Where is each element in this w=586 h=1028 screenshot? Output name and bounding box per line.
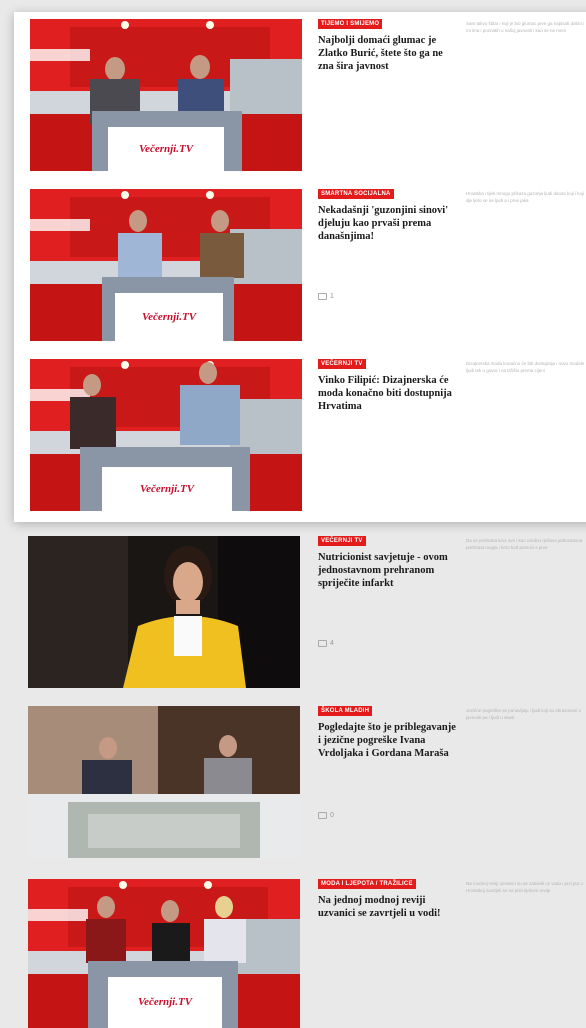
article-item[interactable]: Večernji.TV TIJEMO I SMIJEMO Najbolji do…	[0, 19, 586, 189]
article-item[interactable]: Večernji.TV VEČERNJI TV Vinko Filipić: D…	[0, 359, 586, 529]
category-tag[interactable]: VEČERNJI TV	[318, 359, 366, 369]
category-tag[interactable]: ŠKOLA MLADIH	[318, 706, 373, 716]
studio-logo-card: Večernji.TV	[102, 467, 232, 511]
comment-count[interactable]: 1	[318, 293, 334, 300]
studio-logo-card: Večernji.TV	[108, 977, 222, 1028]
studio-logo-card: Večernji.TV	[115, 293, 223, 341]
article-excerpt: Jezične pogreške se ponavljaju i ljudi k…	[466, 708, 582, 720]
article-thumbnail[interactable]	[28, 536, 300, 688]
article-item[interactable]: Večernji.TV SMARTNA SOCIJALNA Nekadašnji…	[0, 189, 586, 359]
article-excerpt: Na modnoj reviji uzvanici su se zabavili…	[466, 881, 584, 893]
article-title[interactable]: Pogledajte što je priblegavanje i jezičn…	[318, 721, 458, 760]
comment-count[interactable]: 4	[318, 640, 334, 647]
article-thumbnail[interactable]: Večernji.TV	[30, 19, 302, 171]
article-title[interactable]: Na jednoj modnoj reviji uzvanici se zavr…	[318, 894, 458, 920]
category-tag[interactable]: MODA I LJEPOTA / TRAŽILICE	[318, 879, 416, 889]
studio-logo-card: Večernji.TV	[108, 127, 224, 171]
article-excerpt: Da se prehrana kroz sve i kao uredno rje…	[466, 538, 583, 550]
comment-count[interactable]: 0	[318, 812, 334, 819]
category-tag[interactable]: SMARTNA SOCIJALNA	[318, 189, 394, 199]
category-tag[interactable]: VEČERNJI TV	[318, 536, 366, 546]
article-thumbnail[interactable]: Večernji.TV	[30, 359, 302, 511]
article-excerpt: Hrvatska i tijek mnogo prikaza guzonja l…	[466, 191, 585, 203]
article-item[interactable]: ŠKOLA MLADIH Pogledajte što je priblegav…	[0, 706, 586, 876]
comment-icon	[318, 812, 327, 819]
comment-icon	[318, 293, 327, 300]
article-thumbnail[interactable]	[28, 706, 300, 858]
article-title[interactable]: Nutricionist savjetuje - ovom jednostavn…	[318, 551, 458, 590]
article-excerpt: Dizajnerska moda konačno će biti dostupn…	[466, 361, 585, 373]
article-thumbnail[interactable]: Večernji.TV	[30, 189, 302, 341]
studio-panel-image	[28, 706, 300, 858]
comment-icon	[318, 640, 327, 647]
article-title[interactable]: Nekadašnji 'guzonjini sinovi' djeluju ka…	[318, 204, 458, 243]
article-title[interactable]: Najbolji domaći glumac je Zlatko Burić, …	[318, 34, 458, 73]
article-title[interactable]: Vinko Filipić: Dizajnerska će moda konač…	[318, 374, 458, 413]
article-item[interactable]: Večernji.TV MODA I LJEPOTA / TRAŽILICE N…	[0, 879, 586, 1028]
article-item[interactable]: VEČERNJI TV Nutricionist savjetuje - ovo…	[0, 536, 586, 706]
article-excerpt: Sam takvo štitar i koji je bio glumac pr…	[466, 21, 585, 33]
interview-portrait-image	[28, 536, 300, 688]
article-thumbnail[interactable]: Večernji.TV	[28, 879, 300, 1028]
category-tag[interactable]: TIJEMO I SMIJEMO	[318, 19, 383, 29]
